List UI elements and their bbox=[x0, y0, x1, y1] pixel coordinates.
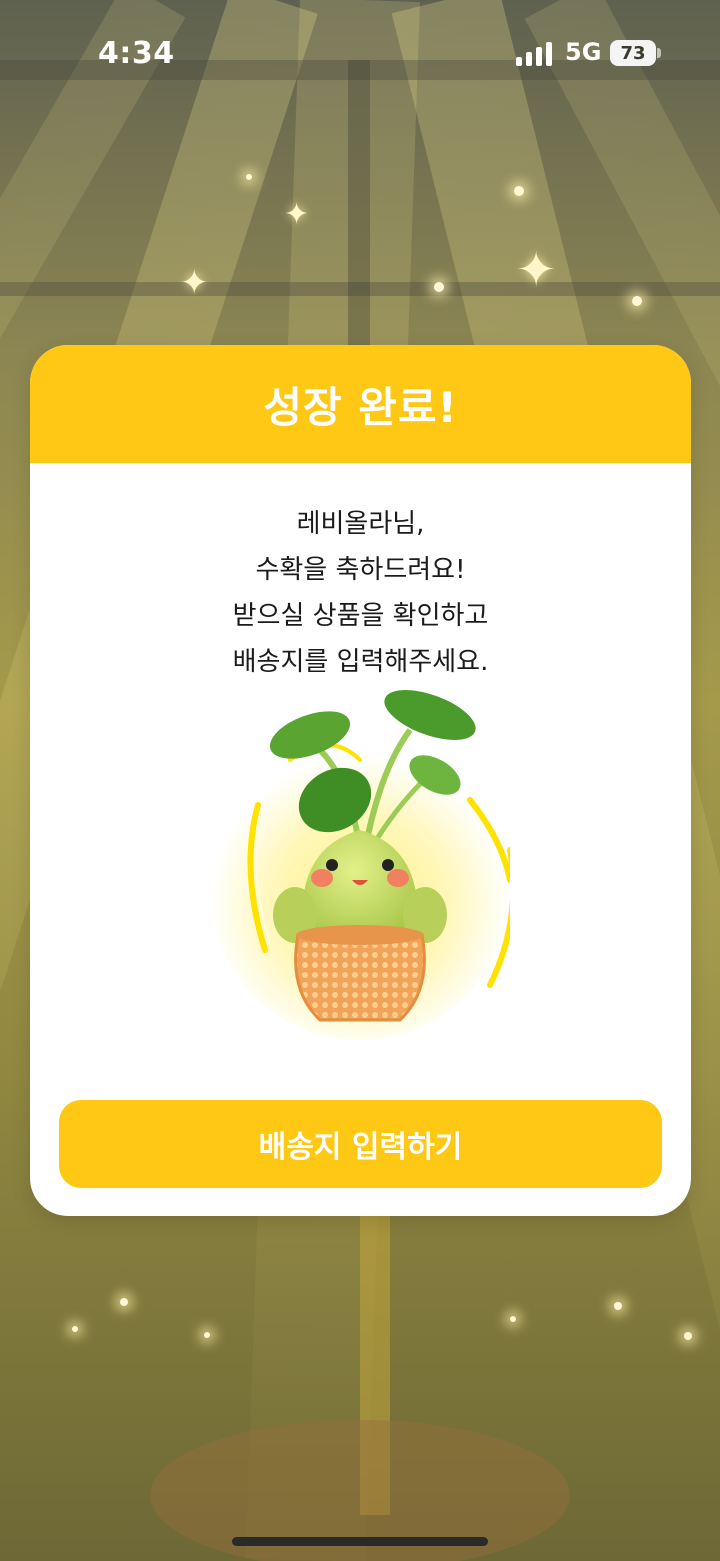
glow-dot bbox=[120, 1298, 128, 1306]
modal-title: 성장 완료! bbox=[263, 382, 458, 432]
glow-dot bbox=[204, 1332, 210, 1338]
sparkle-icon: ✦ bbox=[284, 197, 310, 232]
sparkle-icon: ✦ bbox=[516, 242, 557, 298]
growth-complete-modal: 성장 완료! 레비올라님, 수확을 축하드려요! 받으실 상품을 확인하고 배송… bbox=[30, 345, 691, 1216]
modal-header: 성장 완료! bbox=[30, 345, 691, 463]
glow-dot bbox=[514, 186, 524, 196]
network-type: 5G bbox=[565, 38, 602, 66]
signal-strength-icon bbox=[516, 42, 554, 66]
home-indicator[interactable] bbox=[232, 1537, 488, 1546]
glow-dot bbox=[632, 296, 642, 306]
glow-dot bbox=[684, 1332, 692, 1340]
battery-level: 73 bbox=[620, 42, 646, 64]
status-time: 4:34 bbox=[98, 36, 175, 71]
message-line: 배송지를 입력해주세요. bbox=[232, 647, 489, 677]
glow-dot bbox=[72, 1326, 78, 1332]
plant-character-illustration bbox=[210, 690, 517, 1040]
background-pole bbox=[348, 60, 370, 360]
battery-icon: 73 bbox=[610, 40, 656, 66]
sparkle-icon: ✦ bbox=[180, 263, 209, 303]
glow-dot bbox=[246, 174, 252, 180]
message-line: 받으실 상품을 확인하고 bbox=[232, 601, 489, 631]
glow-dot bbox=[614, 1302, 622, 1310]
message-line: 수확을 축하드려요! bbox=[255, 555, 466, 585]
enter-shipping-address-button[interactable]: 배송지 입력하기 bbox=[59, 1100, 662, 1188]
battery-cap bbox=[657, 48, 661, 58]
modal-message: 레비올라님, 수확을 축하드려요! 받으실 상품을 확인하고 배송지를 입력해주… bbox=[30, 501, 691, 685]
glow-dot bbox=[510, 1316, 516, 1322]
message-line: 레비올라님, bbox=[296, 509, 425, 539]
status-bar: 4:34 5G 73 bbox=[0, 0, 720, 100]
glow-dot bbox=[434, 282, 444, 292]
